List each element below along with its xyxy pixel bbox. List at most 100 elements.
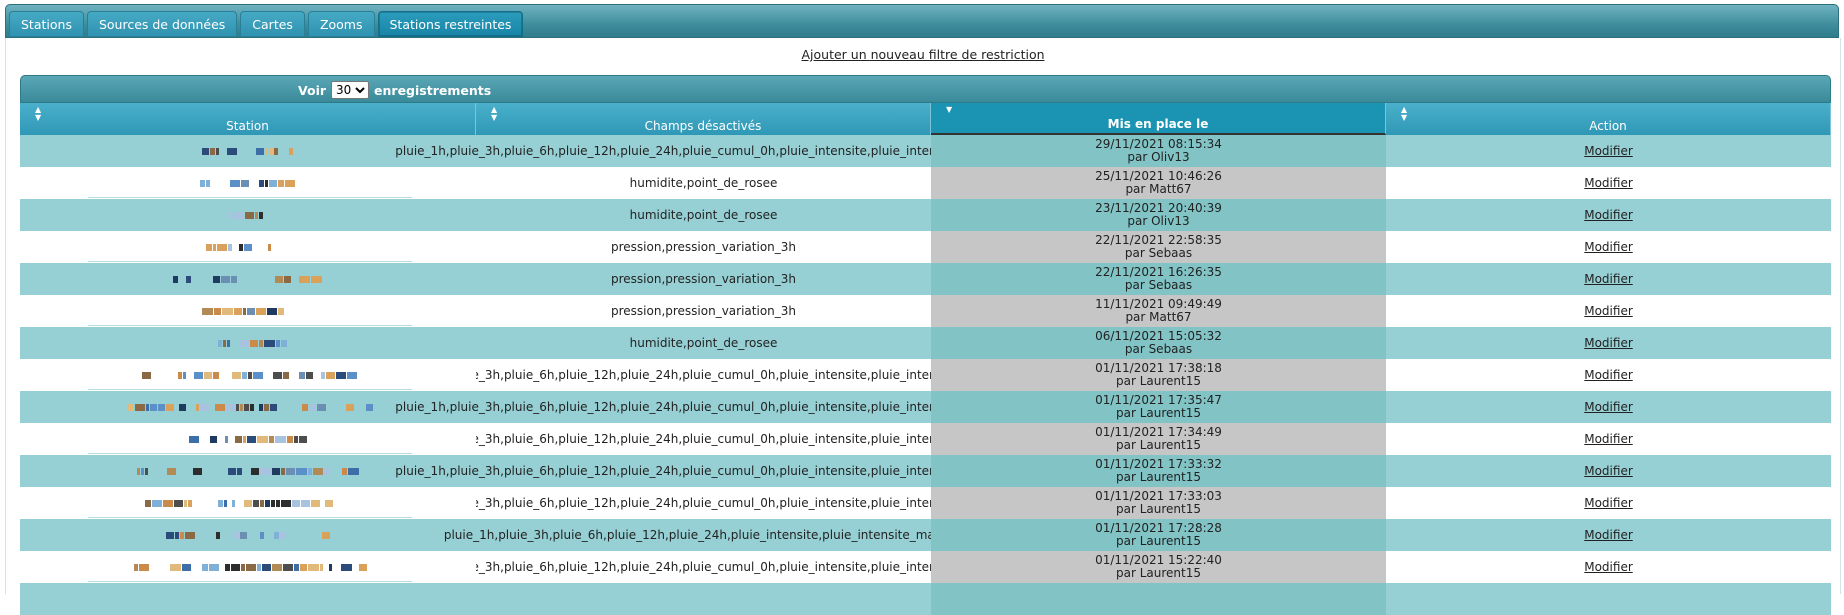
records-per-page-control: Voir 30 enregistrements [298, 81, 491, 99]
set-up-author: par Laurent15 [1116, 438, 1201, 452]
column-header-2[interactable]: ▲ ▼ Champs désactivés [476, 103, 931, 135]
disabled-fields-cell: humidite,point_de_rosee [476, 327, 931, 359]
column-header-4[interactable]: ▲ ▼ Action [1386, 103, 1831, 135]
station-name-redacted [202, 146, 294, 156]
tab-cartes[interactable]: Cartes [240, 11, 305, 37]
table-row: humidite,point_de_rosee 23/11/2021 20:40:… [20, 199, 1831, 231]
table-row: humidite,point_de_rosee 06/11/2021 15:05:… [20, 327, 1831, 359]
table-row [20, 583, 1831, 615]
set-up-date-cell: 01/11/2021 17:38:18 par Laurent15 [931, 359, 1386, 391]
station-name-redacted [122, 402, 374, 412]
tab-bar: Stations Sources de données Cartes Zooms Sta… [5, 4, 1839, 38]
station-cell [20, 263, 476, 295]
disabled-fields-cell: pression,pression_variation_3h [476, 263, 931, 295]
action-cell: Modifier [1386, 423, 1831, 455]
disabled-fields-cell: pluie_1h,pluie_3h,pluie_6h,pluie_12h,plu… [395, 359, 1012, 391]
table-row: pluie_1h,pluie_3h,pluie_6h,pluie_12h,plu… [20, 519, 1831, 551]
main-panel: Ajouter un nouveau filtre de restriction… [5, 38, 1841, 615]
station-cell [20, 487, 476, 519]
set-up-author: par Matt67 [1125, 310, 1192, 324]
modify-link[interactable]: Modifier [1584, 304, 1633, 318]
station-name-redacted [173, 274, 323, 284]
station-cell [20, 295, 476, 327]
table-row: pression,pression_variation_3h 22/11/2021… [20, 263, 1831, 295]
action-cell: Modifier [1386, 135, 1831, 167]
station-name-redacted [138, 370, 358, 380]
disabled-fields-cell: humidite,point_de_rosee [476, 167, 931, 199]
action-cell: Modifier [1386, 391, 1831, 423]
records-per-page-prefix: Voir [298, 82, 327, 98]
modify-link[interactable]: Modifier [1584, 400, 1633, 414]
modify-link[interactable]: Modifier [1584, 208, 1633, 222]
set-up-date-cell: 06/11/2021 15:05:32 par Sebaas [931, 327, 1386, 359]
table-row: humidite,point_de_rosee 25/11/2021 10:46:… [20, 167, 1831, 199]
table-row: pluie_1h,pluie_3h,pluie_6h,pluie_12h,plu… [20, 423, 1831, 455]
action-cell: Modifier [1386, 455, 1831, 487]
table-row: pluie_1h,pluie_3h,pluie_6h,pluie_12h,plu… [20, 551, 1831, 583]
modify-link[interactable]: Modifier [1584, 144, 1633, 158]
modify-link[interactable]: Modifier [1584, 496, 1633, 510]
modify-link[interactable]: Modifier [1584, 560, 1633, 574]
column-header-label: Action [1589, 119, 1627, 133]
table-row: pluie_1h,pluie_3h,pluie_6h,pluie_12h,plu… [20, 135, 1831, 167]
action-cell: Modifier [1386, 263, 1831, 295]
station-cell [20, 199, 476, 231]
station-name-redacted [200, 178, 296, 188]
disabled-fields-cell [476, 583, 931, 615]
disabled-fields-cell: humidite,point_de_rosee [476, 199, 931, 231]
table-row: pluie_1h,pluie_3h,pluie_6h,pluie_12h,plu… [20, 487, 1831, 519]
disabled-fields-cell: pluie_1h,pluie_3h,pluie_6h,pluie_12h,plu… [395, 551, 1012, 583]
table-row: pression,pression_variation_3h 22/11/2021… [20, 231, 1831, 263]
modify-link[interactable]: Modifier [1584, 432, 1633, 446]
station-name-redacted [188, 434, 308, 444]
column-header-label: Station [226, 119, 269, 133]
set-up-author: par Oliv13 [1127, 150, 1190, 164]
column-header-3[interactable]: ▼ Mis en place le [931, 103, 1386, 135]
modify-link[interactable]: Modifier [1584, 176, 1633, 190]
tab-stations[interactable]: Stations [9, 11, 84, 37]
modify-link[interactable]: Modifier [1584, 240, 1633, 254]
table-toolbar: Voir 30 enregistrements [20, 75, 1831, 103]
table-row: pluie_1h,pluie_3h,pluie_6h,pluie_12h,plu… [20, 391, 1831, 423]
set-up-date-cell: 23/11/2021 20:40:39 par Oliv13 [931, 199, 1386, 231]
station-cell [20, 359, 476, 391]
records-per-page-select[interactable]: 30 [331, 81, 370, 99]
disabled-fields-cell: pression,pression_variation_3h [476, 231, 931, 263]
tab-stations-restreintes[interactable]: Stations restreintes [377, 11, 524, 37]
set-up-date-cell: 01/11/2021 17:34:49 par Laurent15 [931, 423, 1386, 455]
set-up-date-cell: 25/11/2021 10:46:26 par Matt67 [931, 167, 1386, 199]
action-cell: Modifier [1386, 359, 1831, 391]
station-name-redacted [122, 562, 374, 572]
set-up-author: par Laurent15 [1116, 502, 1201, 516]
station-name-redacted [136, 466, 360, 476]
disabled-fields-cell: pluie_1h,pluie_3h,pluie_6h,pluie_12h,plu… [395, 455, 1012, 487]
set-up-author: par Oliv13 [1127, 214, 1190, 228]
station-cell [20, 551, 476, 583]
restricted-stations-table: Voir 30 enregistrements ▲ ▼ Station ▲ ▼ Champ… [20, 75, 1831, 615]
station-name-redacted [202, 306, 294, 316]
station-cell [20, 167, 476, 199]
set-up-author: par Laurent15 [1116, 566, 1201, 580]
modify-link[interactable]: Modifier [1584, 464, 1633, 478]
station-name-redacted [205, 242, 291, 252]
table-header: ▲ ▼ Station ▲ ▼ Champs désactivés ▼ Mis en plac… [20, 103, 1831, 135]
disabled-fields-cell: pluie_1h,pluie_3h,pluie_6h,pluie_12h,plu… [395, 135, 1012, 167]
station-name-redacted [211, 210, 286, 220]
set-up-date-cell: 01/11/2021 17:33:32 par Laurent15 [931, 455, 1386, 487]
modify-link[interactable]: Modifier [1584, 368, 1633, 382]
set-up-date-cell: 01/11/2021 17:33:03 par Laurent15 [931, 487, 1386, 519]
modify-link[interactable]: Modifier [1584, 272, 1633, 286]
tab-sources-de-donn-es[interactable]: Sources de données [86, 11, 238, 37]
set-up-date-cell: 01/11/2021 15:22:40 par Laurent15 [931, 551, 1386, 583]
sort-desc-icon: ▼ [946, 105, 953, 114]
table-row: pluie_1h,pluie_3h,pluie_6h,pluie_12h,plu… [20, 455, 1831, 487]
tab-zooms[interactable]: Zooms [307, 11, 375, 37]
table-body: pluie_1h,pluie_3h,pluie_6h,pluie_12h,plu… [20, 135, 1831, 615]
modify-link[interactable]: Modifier [1584, 528, 1633, 542]
modify-link[interactable]: Modifier [1584, 336, 1633, 350]
action-cell: Modifier [1386, 199, 1831, 231]
table-row: pluie_1h,pluie_3h,pluie_6h,pluie_12h,plu… [20, 359, 1831, 391]
column-header-1[interactable]: ▲ ▼ Station [20, 103, 476, 135]
action-cell: Modifier [1386, 327, 1831, 359]
add-restriction-filter-link[interactable]: Ajouter un nouveau filtre de restriction [6, 47, 1840, 62]
